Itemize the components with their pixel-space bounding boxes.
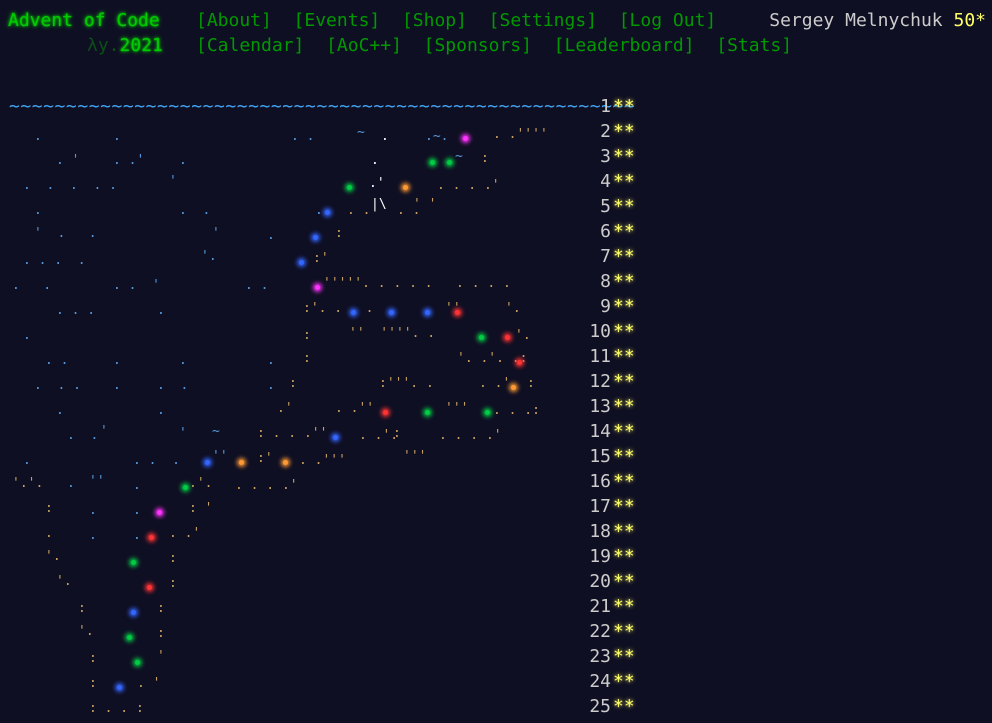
site-title[interactable]: Advent of Code	[8, 10, 160, 31]
calendar-day-6[interactable]: 6 **	[9, 219, 649, 244]
calendar-day-19[interactable]: 19 **	[9, 544, 649, 569]
nav-about[interactable]: [About]	[196, 10, 272, 31]
day-stars: **	[613, 571, 635, 592]
calendar-day-15[interactable]: 15 **	[9, 444, 649, 469]
day-number: 21	[589, 596, 611, 617]
day-stars: **	[613, 96, 635, 117]
calendar-day-14[interactable]: 14 **	[9, 419, 649, 444]
day-number: 4	[600, 171, 611, 192]
user-name: Sergey Melnychuk	[769, 10, 943, 31]
calendar-day-16[interactable]: 16 **	[9, 469, 649, 494]
calendar-day-1[interactable]: 1 **	[9, 94, 649, 119]
main-nav: [About] [Events] [Shop] [Settings] [Log …	[196, 8, 716, 33]
day-number: 24	[589, 671, 611, 692]
day-number: 13	[589, 396, 611, 417]
day-stars: **	[613, 621, 635, 642]
calendar: ~~~~~~~~~~~~~~~~~~~~~~~~~~~~~~~~~~~~~~~~…	[9, 94, 649, 723]
day-stars: **	[613, 421, 635, 442]
calendar-day-12[interactable]: 12 **	[9, 369, 649, 394]
day-stars: **	[613, 546, 635, 567]
nav-leaderboard[interactable]: [Leaderboard]	[554, 35, 695, 56]
calendar-day-5[interactable]: 5 **	[9, 194, 649, 219]
calendar-day-3[interactable]: 3 **	[9, 144, 649, 169]
day-stars: **	[613, 346, 635, 367]
day-stars: **	[613, 171, 635, 192]
day-stars: **	[613, 596, 635, 617]
year-link[interactable]: 2021	[120, 35, 163, 56]
day-stars: **	[613, 221, 635, 242]
day-stars: **	[613, 471, 635, 492]
calendar-day-7[interactable]: 7 **	[9, 244, 649, 269]
day-number: 14	[589, 421, 611, 442]
day-number: 5	[600, 196, 611, 217]
calendar-day-22[interactable]: 22 **	[9, 619, 649, 644]
day-number: 3	[600, 146, 611, 167]
day-number: 15	[589, 446, 611, 467]
nav-stats[interactable]: [Stats]	[716, 35, 792, 56]
day-stars: **	[613, 671, 635, 692]
day-stars: **	[613, 396, 635, 417]
day-stars: **	[613, 296, 635, 317]
day-stars: **	[613, 121, 635, 142]
nav-events[interactable]: [Events]	[294, 10, 381, 31]
nav-shop[interactable]: [Shop]	[402, 10, 467, 31]
calendar-day-9[interactable]: 9 **	[9, 294, 649, 319]
day-number: 18	[589, 521, 611, 542]
calendar-day-10[interactable]: 10 **	[9, 319, 649, 344]
day-number: 10	[589, 321, 611, 342]
day-stars: **	[613, 246, 635, 267]
day-stars: **	[613, 646, 635, 667]
nav-sponsors[interactable]: [Sponsors]	[424, 35, 532, 56]
day-number: 16	[589, 471, 611, 492]
day-number: 20	[589, 571, 611, 592]
day-number: 22	[589, 621, 611, 642]
calendar-day-13[interactable]: 13 **	[9, 394, 649, 419]
day-number: 7	[600, 246, 611, 267]
day-number: 19	[589, 546, 611, 567]
calendar-day-17[interactable]: 17 **	[9, 494, 649, 519]
day-stars: **	[613, 446, 635, 467]
day-stars: **	[613, 521, 635, 542]
day-number: 23	[589, 646, 611, 667]
calendar-day-8[interactable]: 8 **	[9, 269, 649, 294]
day-stars: **	[613, 271, 635, 292]
calendar-day-24[interactable]: 24 **	[9, 669, 649, 694]
day-stars: **	[613, 196, 635, 217]
calendar-day-4[interactable]: 4 **	[9, 169, 649, 194]
calendar-day-18[interactable]: 18 **	[9, 519, 649, 544]
nav-log-out[interactable]: [Log Out]	[619, 10, 717, 31]
nav-settings[interactable]: [Settings]	[489, 10, 597, 31]
year-prefix: λy.	[87, 35, 120, 56]
calendar-day-2[interactable]: 2 **	[9, 119, 649, 144]
day-stars: **	[613, 146, 635, 167]
day-number: 25	[589, 696, 611, 717]
nav-calendar[interactable]: [Calendar]	[196, 35, 304, 56]
day-stars: **	[613, 371, 635, 392]
day-stars: **	[613, 321, 635, 342]
day-number: 11	[589, 346, 611, 367]
day-stars: **	[613, 696, 635, 717]
day-number: 9	[600, 296, 611, 317]
calendar-day-25[interactable]: 25 **	[9, 694, 649, 719]
nav-aoc-plus-plus[interactable]: [AoC++]	[326, 35, 402, 56]
calendar-day-23[interactable]: 23 **	[9, 644, 649, 669]
calendar-day-11[interactable]: 11 **	[9, 344, 649, 369]
day-number: 12	[589, 371, 611, 392]
day-number: 6	[600, 221, 611, 242]
user-info: Sergey Melnychuk 50*	[769, 8, 986, 33]
day-number: 8	[600, 271, 611, 292]
star-count: 50*	[953, 10, 986, 31]
header-row-1: Advent of Code	[8, 8, 160, 33]
calendar-day-20[interactable]: 20 **	[9, 569, 649, 594]
year-logo: λy.2021	[87, 33, 163, 58]
day-number: 1	[600, 96, 611, 117]
day-number: 2	[600, 121, 611, 142]
day-number: 17	[589, 496, 611, 517]
calendar-day-21[interactable]: 21 **	[9, 594, 649, 619]
event-nav: [Calendar] [AoC++] [Sponsors] [Leaderboa…	[196, 33, 792, 58]
day-stars: **	[613, 496, 635, 517]
